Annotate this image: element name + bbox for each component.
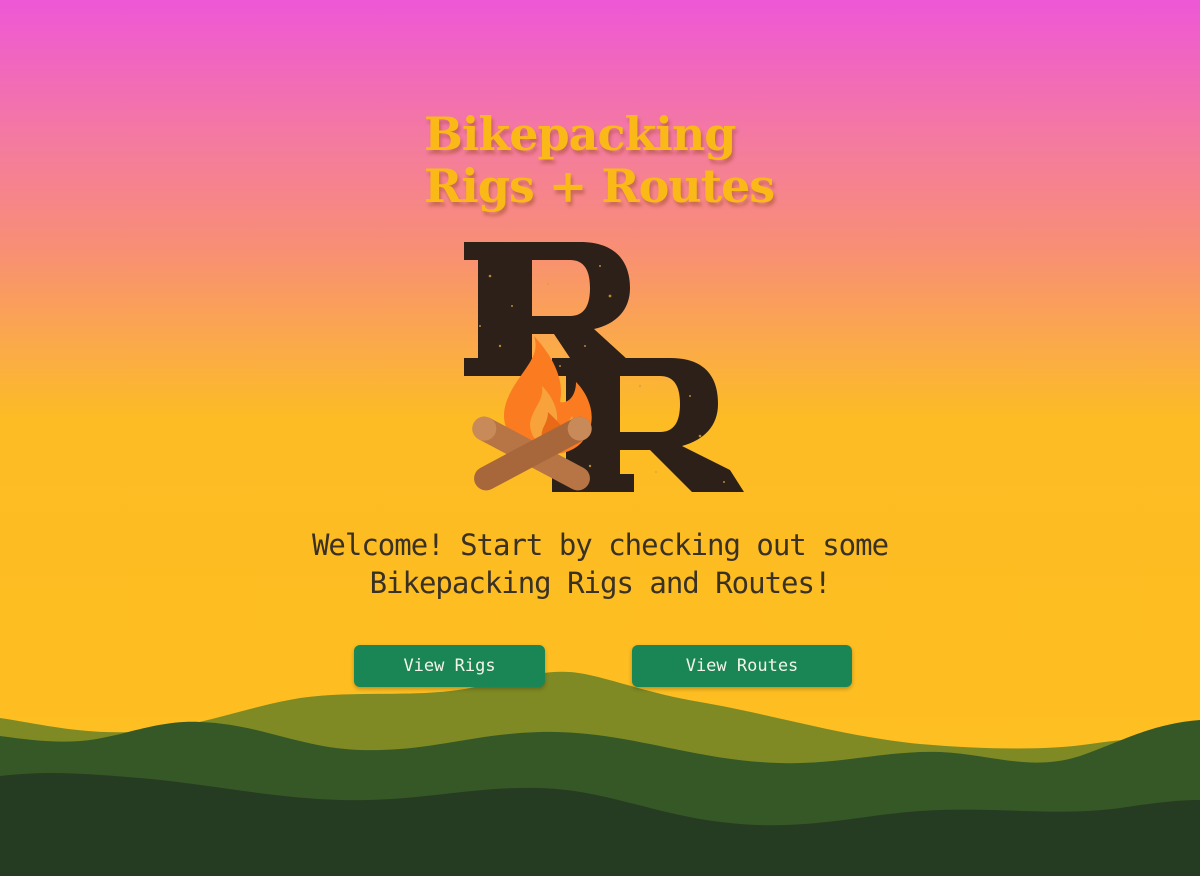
view-routes-button[interactable]: View Routes bbox=[632, 645, 852, 687]
welcome-line-1: Welcome! Start by checking out some bbox=[311, 528, 889, 562]
rr-campfire-logo bbox=[464, 242, 744, 492]
site-title-line-2: Rigs + Routes bbox=[424, 159, 775, 213]
view-rigs-button[interactable]: View Rigs bbox=[354, 645, 545, 687]
welcome-message: Welcome! Start by checking out some Bike… bbox=[200, 526, 1000, 602]
hero-section: Bikepacking Rigs + Routes Welcome! Start… bbox=[0, 0, 1200, 876]
mountain-landscape bbox=[0, 671, 1200, 876]
site-title: Bikepacking Rigs + Routes bbox=[424, 107, 775, 213]
site-title-line-1: Bikepacking bbox=[424, 107, 736, 161]
welcome-line-2: Bikepacking Rigs and Routes! bbox=[369, 566, 832, 600]
